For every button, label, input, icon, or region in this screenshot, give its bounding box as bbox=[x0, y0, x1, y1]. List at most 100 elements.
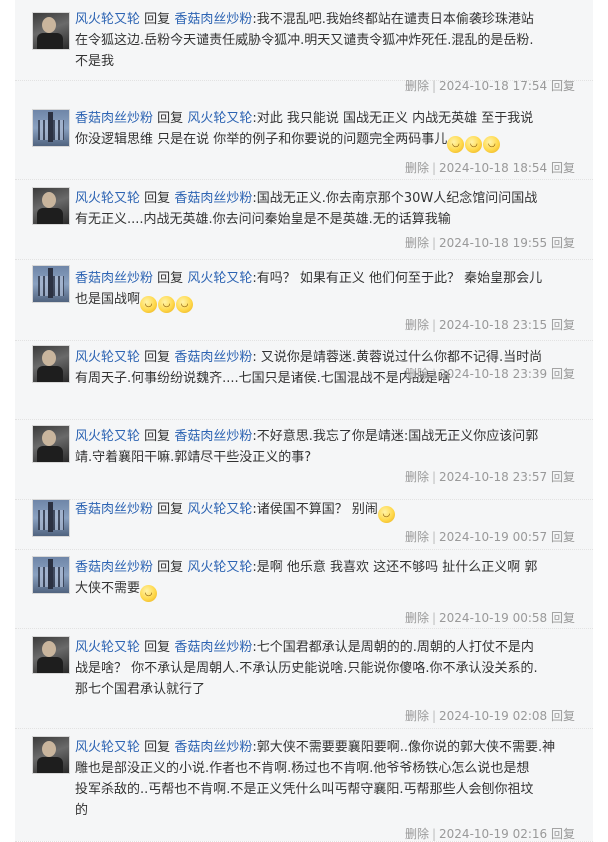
reply-word: 回复 bbox=[157, 502, 184, 517]
reply-author-link[interactable]: 风火轮又轮 bbox=[75, 740, 140, 755]
reply-timestamp: 2024-10-18 19:55 bbox=[439, 236, 548, 250]
avatar[interactable] bbox=[32, 265, 70, 303]
reply-target-link[interactable]: 香菇肉丝炒粉 bbox=[174, 191, 252, 206]
smiley-emoji-icon: ◡ bbox=[140, 585, 158, 602]
reply-text-line: :诸侯国不算国？ 别闹 bbox=[252, 502, 378, 517]
reply-text-line: :是啊 他乐意 我喜欢 这还不够吗 扯什么正义啊 郭 bbox=[252, 560, 538, 575]
reply-target-link[interactable]: 风火轮又轮 bbox=[187, 111, 252, 126]
reply-item: 风火轮又轮 回复 香菇肉丝炒粉:我不混乱吧.我始终都站在谴责日本偷袭珍珠港站 在令… bbox=[15, 0, 593, 93]
smiley-emoji-icon: ◡ bbox=[377, 506, 395, 523]
avatar[interactable] bbox=[32, 425, 70, 463]
reply-target-link[interactable]: 香菇肉丝炒粉 bbox=[174, 12, 252, 27]
avatar[interactable] bbox=[32, 109, 70, 147]
delete-link[interactable]: 删除 bbox=[405, 611, 429, 625]
separator: | bbox=[431, 318, 437, 332]
reply-timestamp: 2024-10-18 23:57 bbox=[439, 470, 548, 484]
reply-author-link[interactable]: 香菇肉丝炒粉 bbox=[75, 502, 153, 517]
reply-target-link[interactable]: 香菇肉丝炒粉 bbox=[174, 429, 252, 444]
avatar[interactable] bbox=[32, 556, 70, 594]
delete-link[interactable]: 删除 bbox=[405, 236, 429, 250]
reply-word: 回复 bbox=[157, 271, 184, 286]
separator: | bbox=[431, 236, 437, 250]
avatar[interactable] bbox=[32, 12, 70, 50]
reply-link[interactable]: 回复 bbox=[547, 470, 575, 484]
reply-item: 风火轮又轮 回复 香菇肉丝炒粉: 又说你是靖蓉迷.黄蓉说过什么你都不记得.当时尚… bbox=[15, 340, 593, 420]
reply-item: 风火轮又轮 回复 香菇肉丝炒粉:七个国君都承认是周朝的的.周朝的人打仗不是内 战是… bbox=[15, 628, 593, 729]
reply-text-line: 投军杀敌的..丐帮也不肯啊.不是正义凭什么叫丐帮守襄阳.丐帮那些人会刨你祖坟 bbox=[75, 782, 534, 797]
reply-author-link[interactable]: 风火轮又轮 bbox=[75, 191, 140, 206]
reply-author-link[interactable]: 风火轮又轮 bbox=[75, 350, 140, 365]
reply-author-link[interactable]: 香菇肉丝炒粉 bbox=[75, 271, 153, 286]
smiley-emoji-icon: ◡ bbox=[176, 296, 194, 313]
reply-item: 香菇肉丝炒粉 回复 风火轮又轮:是啊 他乐意 我喜欢 这还不够吗 扯什么正义啊 … bbox=[15, 549, 593, 629]
reply-author-link[interactable]: 香菇肉丝炒粉 bbox=[75, 560, 153, 575]
reply-meta: 删除 | 2024-10-18 23:15 回复 bbox=[405, 317, 575, 333]
reply-word: 回复 bbox=[144, 12, 171, 27]
reply-link[interactable]: 回复 bbox=[547, 709, 575, 723]
smiley-emoji-icon: ◡ bbox=[140, 296, 158, 313]
reply-text-line: 战是啥？ 你不承认是周朝人.不承认历史能说啥.只能说你傻咯.你不承认没关系的. bbox=[75, 661, 538, 676]
reply-text-line: :对此 我只能说 国战无正义 内战无英雄 至于我说 bbox=[252, 111, 534, 126]
reply-link[interactable]: 回复 bbox=[547, 530, 575, 544]
delete-link[interactable]: 删除 bbox=[405, 827, 429, 841]
reply-meta: 删除 | 2024-10-19 02:16 回复 bbox=[405, 826, 575, 842]
reply-word: 回复 bbox=[144, 191, 171, 206]
avatar[interactable] bbox=[32, 636, 70, 674]
reply-item: 香菇肉丝炒粉 回复 风火轮又轮:有吗？ 如果有正义 他们何至于此？ 秦始皇那会儿… bbox=[15, 259, 593, 341]
reply-target-link[interactable]: 风火轮又轮 bbox=[187, 560, 252, 575]
reply-author-link[interactable]: 风火轮又轮 bbox=[75, 12, 140, 27]
reply-link[interactable]: 回复 bbox=[547, 161, 575, 175]
reply-target-link[interactable]: 风火轮又轮 bbox=[187, 502, 252, 517]
smiley-emoji-icon: ◡ bbox=[465, 136, 483, 153]
delete-link[interactable]: 删除 bbox=[405, 470, 429, 484]
reply-list-panel: 风火轮又轮 回复 香菇肉丝炒粉:我不混乱吧.我始终都站在谴责日本偷袭珍珠港站 在令… bbox=[15, 0, 593, 842]
delete-link[interactable]: 删除 bbox=[405, 367, 429, 381]
reply-content: 风火轮又轮 回复 香菇肉丝炒粉:七个国君都承认是周朝的的.周朝的人打仗不是内 战是… bbox=[75, 637, 579, 700]
reply-text-line: 那七个国君承认就行了 bbox=[75, 682, 206, 697]
reply-target-link[interactable]: 风火轮又轮 bbox=[187, 271, 252, 286]
smiley-emoji-icon: ◡ bbox=[158, 296, 176, 313]
reply-meta: 删除 | 2024-10-19 00:57 回复 bbox=[405, 529, 575, 545]
avatar[interactable] bbox=[32, 736, 70, 774]
delete-link[interactable]: 删除 bbox=[405, 161, 429, 175]
reply-item: 风火轮又轮 回复 香菇肉丝炒粉:不好意思.我忘了你是靖迷:国战无正义你应该问郭靖… bbox=[15, 419, 593, 500]
reply-target-link[interactable]: 香菇肉丝炒粉 bbox=[174, 740, 252, 755]
smiley-emoji-icon: ◡ bbox=[447, 136, 465, 153]
reply-timestamp: 2024-10-18 23:15 bbox=[439, 318, 548, 332]
reply-word: 回复 bbox=[157, 111, 184, 126]
separator: | bbox=[431, 827, 437, 841]
reply-link[interactable]: 回复 bbox=[547, 611, 575, 625]
reply-link[interactable]: 回复 bbox=[547, 367, 575, 381]
separator: | bbox=[431, 530, 437, 544]
reply-item: 香菇肉丝炒粉 回复 风火轮又轮:诸侯国不算国？ 别闹 ◡ 删除 | 2024-10-19… bbox=[15, 499, 593, 550]
reply-text-line: 有无正义....内战无英雄.你去问问秦始皇是不是英雄.无的话算我输 bbox=[75, 212, 451, 227]
separator: | bbox=[431, 709, 437, 723]
reply-author-link[interactable]: 风火轮又轮 bbox=[75, 640, 140, 655]
reply-word: 回复 bbox=[144, 350, 171, 365]
reply-text-line: 在令狐这边.岳粉今天谴责任威胁令狐冲.明天又谴责令狐冲炸死任.混乱的是岳粉. bbox=[75, 33, 534, 48]
delete-link[interactable]: 删除 bbox=[405, 709, 429, 723]
reply-link[interactable]: 回复 bbox=[547, 827, 575, 841]
delete-link[interactable]: 删除 bbox=[405, 318, 429, 332]
separator: | bbox=[431, 611, 437, 625]
avatar[interactable] bbox=[32, 345, 70, 383]
reply-text-line: 靖.守着襄阳干嘛.郭靖尽干些没正义的事? bbox=[75, 450, 312, 465]
reply-item: 风火轮又轮 回复 香菇肉丝炒粉:郭大侠不需要要襄阳要啊..像你说的郭大侠不需要.… bbox=[15, 728, 593, 842]
reply-text-line: :国战无正义.你去南京那个30W人纪念馆问问国战 bbox=[252, 191, 538, 206]
reply-target-link[interactable]: 香菇肉丝炒粉 bbox=[174, 640, 252, 655]
separator: | bbox=[431, 161, 437, 175]
delete-link[interactable]: 删除 bbox=[405, 530, 429, 544]
reply-text-line: 大侠不需要 bbox=[75, 581, 141, 596]
reply-author-link[interactable]: 风火轮又轮 bbox=[75, 429, 140, 444]
reply-target-link[interactable]: 香菇肉丝炒粉 bbox=[174, 350, 252, 365]
reply-text-line: 也是国战啊 bbox=[75, 292, 141, 307]
avatar[interactable] bbox=[32, 499, 70, 537]
avatar[interactable] bbox=[32, 187, 70, 225]
reply-meta: 删除 | 2024-10-18 23:57 回复 bbox=[405, 469, 575, 485]
separator: | bbox=[431, 470, 437, 484]
reply-link[interactable]: 回复 bbox=[547, 318, 575, 332]
reply-link[interactable]: 回复 bbox=[547, 236, 575, 250]
reply-text-line: 的 bbox=[75, 803, 89, 818]
reply-author-link[interactable]: 香菇肉丝炒粉 bbox=[75, 111, 153, 126]
reply-text-line: 有周天子.何事纷纷说魏齐....七国只是诸侯.七国混战不是内战是啥 bbox=[75, 371, 451, 386]
